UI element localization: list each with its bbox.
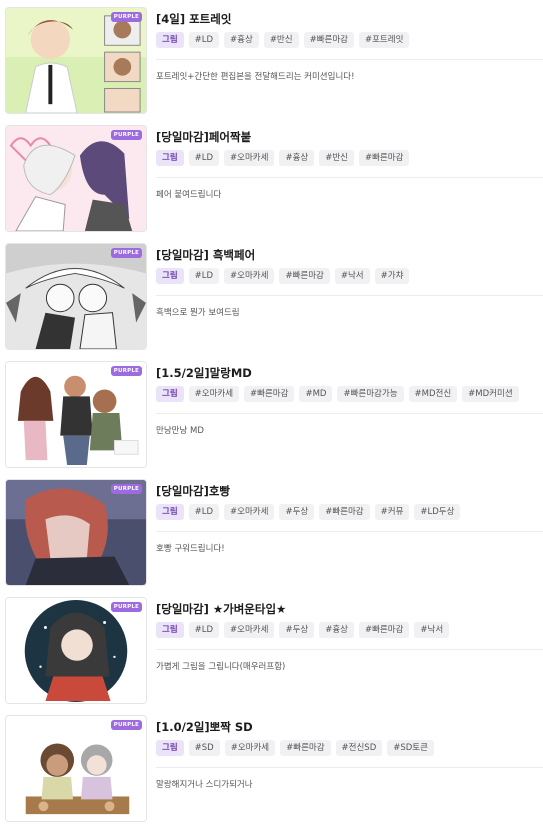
hashtag[interactable]: #오마카세 [224,740,276,756]
divider [156,295,543,296]
item-description: 가볍게 그림을 그립니다(매우러프함) [156,662,286,672]
hashtag[interactable]: #빠른마감 [358,150,410,166]
thumbnail-image[interactable]: PURPLE [5,479,147,586]
purple-badge: PURPLE [110,12,142,22]
commission-item[interactable]: PURPLE [당일마감] 흑백페어 그림 #LD #오마카세 #빠른마감 #낙… [0,243,543,353]
hashtag[interactable]: #MD [299,386,333,402]
tag-list: 그림 #LD #오마카세 #두상 #흉상 #빠른마감 #낙서 [156,622,450,638]
item-description: 포트레잇+간단한 편집본을 전달해드리는 커미션입니다! [156,72,355,82]
hashtag[interactable]: #오마카세 [224,622,275,638]
hashtag[interactable]: #LD [188,622,220,638]
hashtag[interactable]: #반신 [263,32,299,48]
commission-list: PURPLE [4일] 포트레잇 그림 #LD #흉상 #반신 #빠른마감 #포… [0,0,543,826]
thumbnail-image[interactable]: PURPLE [5,125,147,232]
tag-list: 그림 #LD #오마카세 #빠른마감 #낙서 #가챠 [156,268,410,284]
item-title[interactable]: [1.5/2일]말랑MD [156,365,252,381]
commission-item[interactable]: PURPLE [당일마감]페어짝붙 그림 #LD #오마카세 #흉상 #반신 #… [0,125,543,235]
category-tag[interactable]: 그림 [156,32,184,48]
hashtag[interactable]: #흉상 [224,32,259,48]
commission-item[interactable]: PURPLE [1.5/2일]말랑MD 그림 #오마카세 #빠른마감 #MD #… [0,361,543,471]
commission-item[interactable]: PURPLE [1.0/2일]뽀짝 SD 그림 #SD #오마카세 #빠른마감 … [0,715,543,825]
divider [156,177,543,178]
hashtag[interactable]: #빠른마감 [319,504,370,520]
category-tag[interactable]: 그림 [156,622,184,638]
tag-list: 그림 #오마카세 #빠른마감 #MD #빠른마감가능 #MD전신 #MD커미션 [156,386,519,402]
thumbnail-image[interactable]: PURPLE [5,243,147,350]
hashtag[interactable]: #포트레잇 [358,32,410,48]
category-tag[interactable]: 그림 [156,268,184,284]
hashtag[interactable]: #MD커미션 [462,386,519,402]
item-title[interactable]: [4일] 포트레잇 [156,11,231,27]
hashtag[interactable]: #빠른마감 [358,622,410,638]
hashtag[interactable]: #빠른마감 [279,268,330,284]
hashtag[interactable]: #낙서 [334,268,370,284]
thumbnail-image[interactable]: PURPLE [5,361,147,468]
divider [156,649,543,650]
item-title[interactable]: [당일마감]호빵 [156,483,230,499]
purple-badge: PURPLE [110,130,142,140]
hashtag[interactable]: #두상 [279,622,315,638]
item-description: 만낭만낭 MD [156,426,204,436]
hashtag[interactable]: #오마카세 [224,150,275,166]
commission-item[interactable]: PURPLE [당일마감]호빵 그림 #LD #오마카세 #두상 #빠른마감 #… [0,479,543,589]
hashtag[interactable]: #LD [188,150,220,166]
item-description: 흑백으로 뭔가 보여드림 [156,308,240,318]
hashtag[interactable]: #LD두상 [414,504,461,520]
commission-item[interactable]: PURPLE [4일] 포트레잇 그림 #LD #흉상 #반신 #빠른마감 #포… [0,7,543,117]
hashtag[interactable]: #오마카세 [224,504,275,520]
hashtag[interactable]: #흉상 [279,150,315,166]
category-tag[interactable]: 그림 [156,740,184,756]
divider [156,767,543,768]
thumbnail-image[interactable]: PURPLE [5,597,147,704]
purple-badge: PURPLE [110,484,142,494]
hashtag[interactable]: #오마카세 [224,268,275,284]
hashtag[interactable]: #두상 [279,504,315,520]
tag-list: 그림 #LD #흉상 #반신 #빠른마감 #포트레잇 [156,32,410,48]
item-title[interactable]: [당일마감] 흑백페어 [156,247,255,263]
divider [156,59,543,60]
hashtag[interactable]: #전신SD [335,740,383,756]
hashtag[interactable]: #LD [188,32,220,48]
hashtag[interactable]: #빠른마감가능 [337,386,404,402]
purple-badge: PURPLE [110,248,142,258]
category-tag[interactable]: 그림 [156,504,184,520]
hashtag[interactable]: #SD토큰 [387,740,434,756]
thumbnail-image[interactable]: PURPLE [5,7,147,114]
purple-badge: PURPLE [110,720,142,730]
hashtag[interactable]: #낙서 [414,622,450,638]
hashtag[interactable]: #빠른마감 [280,740,331,756]
hashtag[interactable]: #빠른마감 [303,32,354,48]
category-tag[interactable]: 그림 [156,386,184,402]
thumbnail-image[interactable]: PURPLE [5,715,147,822]
divider [156,413,543,414]
tag-list: 그림 #SD #오마카세 #빠른마감 #전신SD #SD토큰 [156,740,434,756]
item-description: 말랑해지거나 스디가되거나 [156,780,253,790]
hashtag[interactable]: #커뮤 [374,504,410,520]
hashtag[interactable]: #반신 [319,150,354,166]
item-description: 호빵 구워드립니다! [156,544,225,554]
divider [156,531,543,532]
hashtag[interactable]: #오마카세 [188,386,240,402]
category-tag[interactable]: 그림 [156,150,184,166]
hashtag[interactable]: #LD [188,268,220,284]
item-title[interactable]: [당일마감]페어짝붙 [156,129,251,145]
tag-list: 그림 #LD #오마카세 #흉상 #반신 #빠른마감 [156,150,410,166]
commission-item[interactable]: PURPLE [당일마감] ★가벼운타입★ 그림 #LD #오마카세 #두상 #… [0,597,543,707]
item-title[interactable]: [1.0/2일]뽀짝 SD [156,719,253,735]
item-description: 페어 붙여드립니다 [156,190,222,200]
hashtag[interactable]: #LD [188,504,220,520]
item-title[interactable]: [당일마감] ★가벼운타입★ [156,601,286,617]
purple-badge: PURPLE [110,602,142,612]
hashtag[interactable]: #MD전신 [408,386,458,402]
hashtag[interactable]: #가챠 [374,268,410,284]
hashtag[interactable]: #흉상 [319,622,354,638]
hashtag[interactable]: #SD [188,740,220,756]
purple-badge: PURPLE [110,366,142,376]
tag-list: 그림 #LD #오마카세 #두상 #빠른마감 #커뮤 #LD두상 [156,504,461,520]
hashtag[interactable]: #빠른마감 [244,386,295,402]
